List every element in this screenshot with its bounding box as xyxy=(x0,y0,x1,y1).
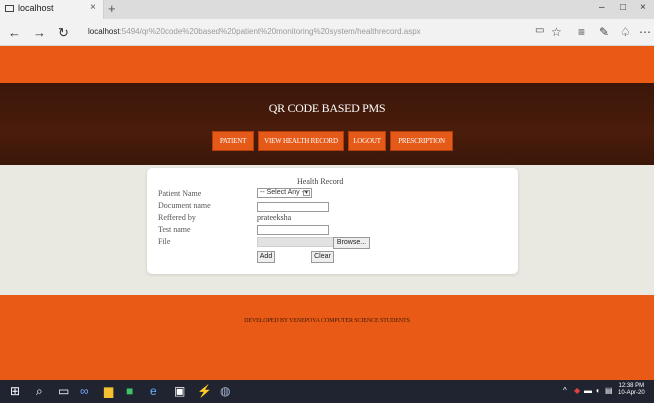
volume-icon[interactable]: ◖ xyxy=(595,384,600,398)
share-icon[interactable]: ♤ xyxy=(620,25,631,39)
web-note-icon[interactable]: ✎ xyxy=(599,25,609,39)
close-window-button[interactable]: × xyxy=(640,2,646,13)
forward-arrow-icon[interactable]: → xyxy=(33,25,46,40)
browser-tab[interactable]: localhost × xyxy=(0,0,104,19)
hub-icon[interactable]: ≡ xyxy=(578,25,585,39)
winamp-icon[interactable]: ⚡ xyxy=(197,384,212,398)
store-icon[interactable]: ▣ xyxy=(174,384,185,398)
favorite-star-icon[interactable]: ☆ xyxy=(551,25,562,39)
document-name-label: Document name xyxy=(158,201,211,210)
tab-close-icon[interactable]: × xyxy=(90,2,96,13)
reffered-by-value: prateeksha xyxy=(257,213,292,222)
minimize-button[interactable]: – xyxy=(599,2,605,13)
refresh-icon[interactable]: ↻ xyxy=(58,25,69,41)
search-icon[interactable]: ⌕ xyxy=(36,384,43,398)
tray-up-arrow-icon[interactable]: ^ xyxy=(563,384,567,398)
reffered-by-label: Reffered by xyxy=(158,213,196,222)
page-icon xyxy=(5,5,14,12)
site-title: QR CODE BASED PMS xyxy=(268,101,386,115)
footer-text: DEVELOPED BY YENEPOYA COMPUTER SCIENCE S… xyxy=(244,318,410,324)
clear-button[interactable]: Clear xyxy=(311,251,334,263)
app-icon[interactable]: ◍ xyxy=(220,384,230,398)
url-path: :5494/qr%20code%20based%20patient%20moni… xyxy=(119,27,421,36)
browse-button[interactable]: Browse... xyxy=(333,237,370,249)
clock-date: 10-Apr-20 xyxy=(618,390,645,396)
add-button[interactable]: Add xyxy=(257,251,275,263)
top-band xyxy=(0,46,654,83)
start-windows-icon[interactable]: ⊞ xyxy=(10,384,20,398)
document-name-input[interactable] xyxy=(257,202,329,212)
file-path-field[interactable] xyxy=(257,237,334,247)
nav-prescription-button[interactable]: PRESCRIPTION xyxy=(390,131,453,151)
taskbar-clock[interactable]: 12:38 PM 10-Apr-20 xyxy=(618,383,645,397)
site-footer xyxy=(0,295,654,380)
more-icon[interactable]: ⋯ xyxy=(639,25,651,39)
url-field[interactable]: localhost:5494/qr%20code%20based%20patie… xyxy=(88,27,421,36)
notification-icon[interactable]: ▤ xyxy=(605,384,613,398)
test-name-input[interactable] xyxy=(257,225,329,235)
nav-patient-button[interactable]: PATIENT xyxy=(212,131,254,151)
file-label: File xyxy=(158,237,171,246)
sublime-icon[interactable]: ■ xyxy=(126,384,133,398)
windows-taskbar: ⊞ ⌕ ▭ ∞ ▆ ■ e ▣ ⚡ ◍ ^ ◆ ▬ ◖ ▤ xyxy=(0,380,654,403)
nav-view-health-record-button[interactable]: VIEW HEALTH RECORD xyxy=(258,131,344,151)
patient-name-label: Patient Name xyxy=(158,189,202,198)
browser-tab-bar: localhost × + – □ × xyxy=(0,0,654,19)
back-arrow-icon[interactable]: ← xyxy=(8,25,21,40)
clock-time: 12:38 PM xyxy=(618,383,645,389)
browser-address-bar: ← → ↻ localhost:5494/qr%20code%20based%2… xyxy=(0,19,654,46)
task-view-icon[interactable]: ▭ xyxy=(58,384,69,398)
site-header xyxy=(0,83,654,165)
tab-title: localhost xyxy=(18,3,54,13)
chevron-down-icon: ▼ xyxy=(303,190,310,196)
reading-view-icon[interactable]: ▭ xyxy=(535,25,544,36)
battery-icon[interactable]: ▬ xyxy=(584,384,592,398)
patient-name-select[interactable]: -- Select Any -- ▼ xyxy=(257,188,312,198)
patient-select-value: -- Select Any -- xyxy=(260,189,307,196)
visual-studio-icon[interactable]: ∞ xyxy=(80,384,89,398)
new-tab-button[interactable]: + xyxy=(108,1,116,16)
test-name-label: Test name xyxy=(158,225,191,234)
form-title: Health Record xyxy=(297,177,344,186)
edge-browser-icon[interactable]: e xyxy=(150,384,157,398)
file-explorer-icon[interactable]: ▆ xyxy=(104,384,113,398)
url-host: localhost xyxy=(88,27,120,36)
antivirus-tray-icon[interactable]: ◆ xyxy=(574,384,580,398)
nav-logout-button[interactable]: LOGOUT xyxy=(348,131,386,151)
maximize-button[interactable]: □ xyxy=(620,2,626,13)
